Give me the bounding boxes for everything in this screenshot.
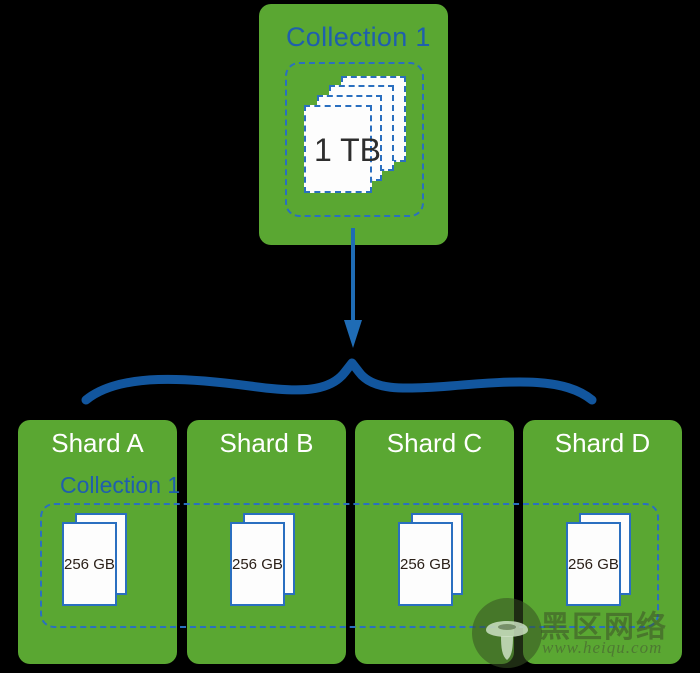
shard-title-b: Shard B bbox=[219, 428, 314, 458]
shard-b-document-label: 256 GB bbox=[232, 556, 283, 573]
shard-a-document-label: 256 GB bbox=[64, 556, 115, 573]
shard-title-d: Shard D bbox=[554, 428, 651, 458]
flow-arrow bbox=[344, 228, 362, 348]
distribution-brace bbox=[81, 358, 597, 405]
shard-c-document-label: 256 GB bbox=[400, 556, 451, 573]
collection-title: Collection 1 bbox=[286, 22, 431, 52]
shard-title-a: Shard A bbox=[51, 428, 144, 458]
shard-title-c: Shard C bbox=[386, 428, 483, 458]
diagram-canvas: Collection 1 1 TB Shard A Shard B Shard … bbox=[0, 0, 700, 671]
source-document-label: 1 TB bbox=[314, 132, 381, 168]
shard-collection-label: Collection 1 bbox=[60, 472, 181, 498]
shard-d-document-label: 256 GB bbox=[568, 556, 619, 573]
